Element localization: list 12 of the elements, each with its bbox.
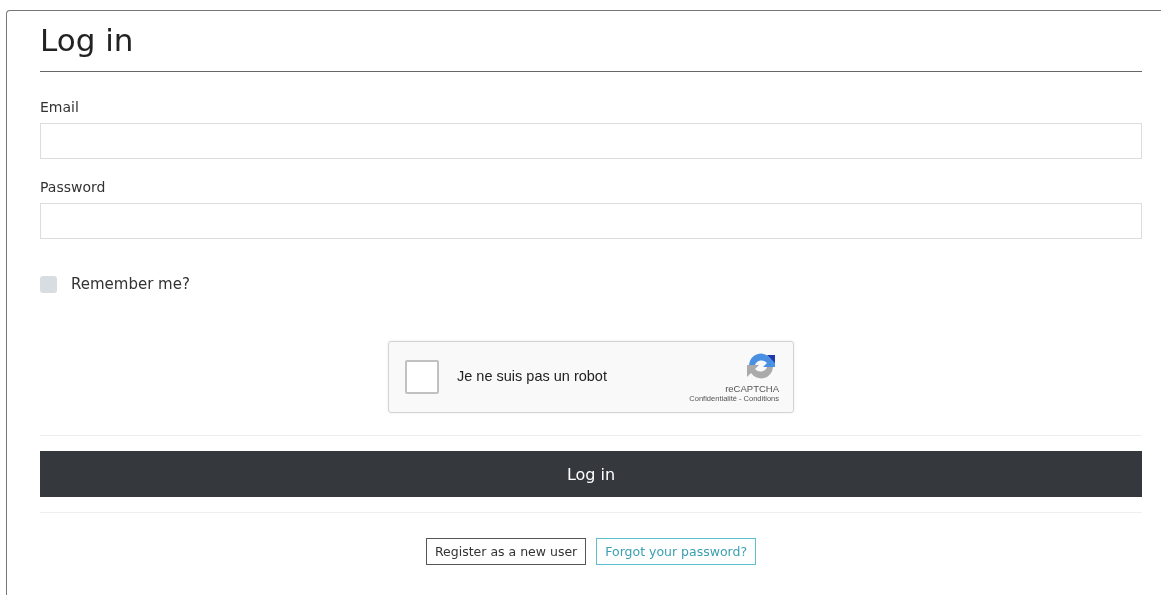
field-label: Email <box>40 99 80 115</box>
captcha-checkbox[interactable] <box>405 360 439 394</box>
checkbox-label: Remember me? <box>71 275 190 293</box>
captcha-brand: reCAPTCHA <box>725 383 779 394</box>
checkbox[interactable] <box>40 275 57 293</box>
input-field[interactable] <box>40 203 1142 239</box>
register-link[interactable]: Register as a new user <box>425 538 587 565</box>
login-button[interactable]: Log in <box>40 451 1142 497</box>
field-label: Password <box>40 179 107 195</box>
input-field[interactable] <box>40 123 1142 159</box>
captcha-label: Je ne suis pas un robot <box>457 368 608 384</box>
page-title: Log in <box>40 21 135 60</box>
